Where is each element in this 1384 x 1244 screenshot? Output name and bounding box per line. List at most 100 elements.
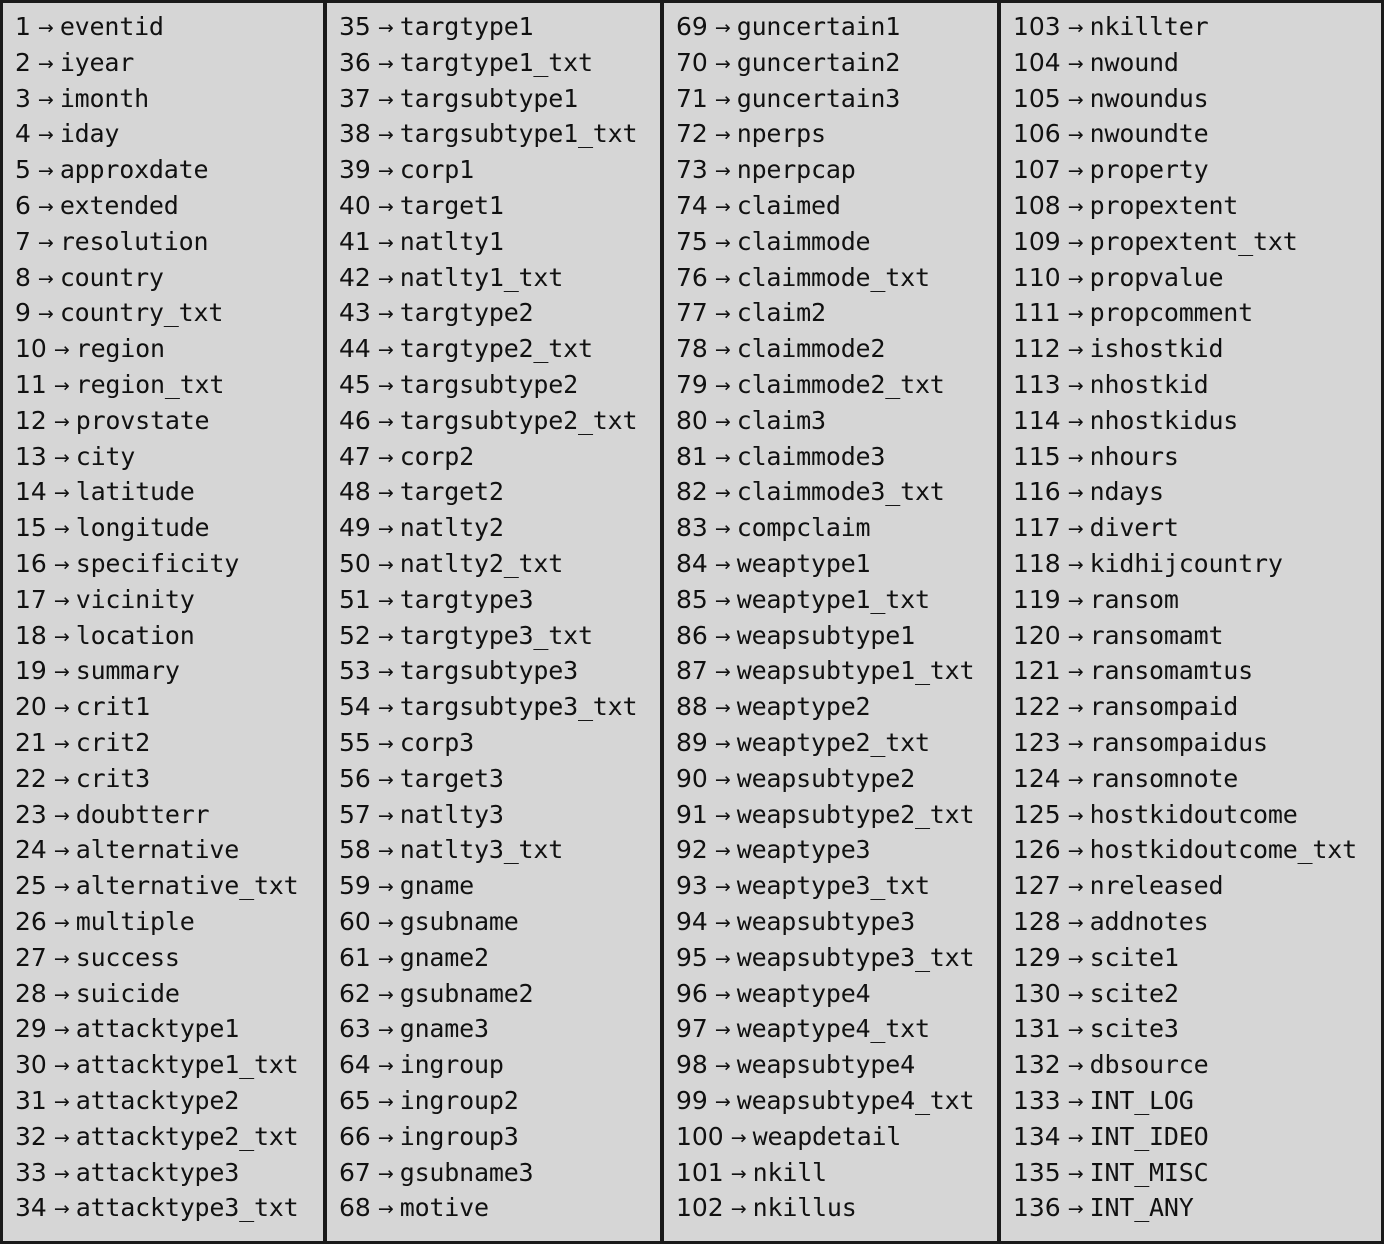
field-index-number: 68 [339,1193,371,1223]
arrow-icon: → [377,697,394,720]
field-index-row: 67 → gsubname3 [327,1155,660,1191]
field-name-label: specificity [75,548,240,578]
field-index-number: 133 [1013,1085,1061,1115]
field-name-label: weapsubtype2_txt [736,799,975,829]
field-index-row: 32 → attacktype2_txt [3,1119,323,1155]
field-name-label: claimmode2_txt [736,369,945,399]
arrow-icon: → [377,589,394,612]
field-index-number: 10 [15,334,47,364]
field-index-row: 124 → ransomnote [1001,761,1381,797]
field-name-label: gname [399,871,474,901]
index-column-1: 1 → eventid 2 → iyear 3 → imonth 4 → iday 5 → approxda… [3,3,323,1241]
field-index-number: 6 [15,190,31,220]
field-index-number: 113 [1013,369,1061,399]
field-name-label: claim2 [736,298,826,328]
field-index-row: 49 → natlty2 [327,510,660,546]
field-index-row: 65 → ingroup2 [327,1083,660,1119]
arrow-icon: → [377,553,394,576]
arrow-icon: → [53,553,70,576]
field-index-number: 112 [1013,334,1061,364]
field-index-number: 130 [1013,978,1061,1008]
field-name-label: nhostkidus [1089,405,1239,435]
field-name-label: approxdate [59,155,209,185]
field-name-label: scite3 [1089,1014,1179,1044]
field-index-number: 132 [1013,1050,1061,1080]
arrow-icon: → [53,410,70,433]
field-index-number: 40 [339,190,371,220]
field-name-label: ransom [1089,584,1179,614]
arrow-icon: → [377,160,394,183]
arrow-icon: → [714,17,731,39]
arrow-icon: → [714,804,731,827]
field-index-number: 13 [15,441,47,471]
field-name-label: propextent_txt [1089,226,1298,256]
field-name-label: target1 [399,190,504,220]
field-index-row: 61 → gname2 [327,940,660,976]
field-name-label: targsubtype2_txt [399,405,638,435]
field-name-label: imonth [59,83,149,113]
field-index-number: 36 [339,47,371,77]
arrow-icon: → [1067,410,1084,433]
arrow-icon: → [1067,160,1084,183]
field-index-number: 77 [676,298,708,328]
field-index-number: 57 [339,799,371,829]
field-index-number: 105 [1013,83,1061,113]
arrow-icon: → [730,1198,747,1221]
field-index-row: 105 → nwoundus [1001,81,1381,117]
field-index-row: 86 → weapsubtype1 [664,618,997,654]
field-name-label: corp3 [399,727,474,757]
field-name-label: guncertain3 [736,83,901,113]
field-name-label: gsubname [399,906,519,936]
field-name-label: property [1089,155,1209,185]
field-index-number: 48 [339,477,371,507]
field-name-label: claim3 [736,405,826,435]
field-index-number: 3 [15,83,31,113]
field-index-row: 26 → multiple [3,904,323,940]
arrow-icon: → [714,697,731,720]
arrow-icon: → [714,339,731,362]
field-name-label: compclaim [736,513,871,543]
field-name-label: weapsubtype4_txt [736,1085,975,1115]
field-index-number: 97 [676,1014,708,1044]
arrow-icon: → [1067,339,1084,362]
field-name-label: nhours [1089,441,1179,471]
arrow-icon: → [53,339,70,362]
arrow-icon: → [714,160,731,183]
arrow-icon: → [53,697,70,720]
field-index-number: 32 [15,1121,47,1151]
field-name-label: crit1 [75,692,150,722]
arrow-icon: → [1067,88,1084,111]
field-index-number: 129 [1013,942,1061,972]
field-name-label: claimmode_txt [736,262,930,292]
arrow-icon: → [714,231,731,254]
field-index-row: 128 → addnotes [1001,904,1381,940]
field-index-number: 134 [1013,1121,1061,1151]
field-index-number: 98 [676,1050,708,1080]
field-name-label: ransomamt [1089,620,1224,650]
arrow-icon: → [377,804,394,827]
field-index-number: 5 [15,155,31,185]
field-index-number: 63 [339,1014,371,1044]
field-name-label: nwound [1089,47,1179,77]
field-index-number: 35 [339,12,371,41]
field-name-label: attacktype2_txt [75,1121,299,1151]
field-index-row: 51 → targtype3 [327,582,660,618]
field-name-label: ransomamtus [1089,656,1254,686]
arrow-icon: → [377,195,394,218]
field-index-number: 90 [676,763,708,793]
field-index-number: 81 [676,441,708,471]
field-index-number: 59 [339,871,371,901]
field-index-row: 43 → targtype2 [327,295,660,331]
field-name-label: ishostkid [1089,334,1224,364]
arrow-icon: → [714,1019,731,1042]
arrow-icon: → [1067,911,1084,934]
field-index-row: 69 → guncertain1 [664,9,997,45]
arrow-icon: → [377,1055,394,1078]
arrow-icon: → [714,876,731,899]
arrow-icon: → [53,446,70,469]
field-index-row: 38 → targsubtype1_txt [327,116,660,152]
field-index-number: 118 [1013,548,1061,578]
field-index-row: 134 → INT_IDEO [1001,1119,1381,1155]
field-index-number: 39 [339,155,371,185]
field-index-number: 104 [1013,47,1061,77]
